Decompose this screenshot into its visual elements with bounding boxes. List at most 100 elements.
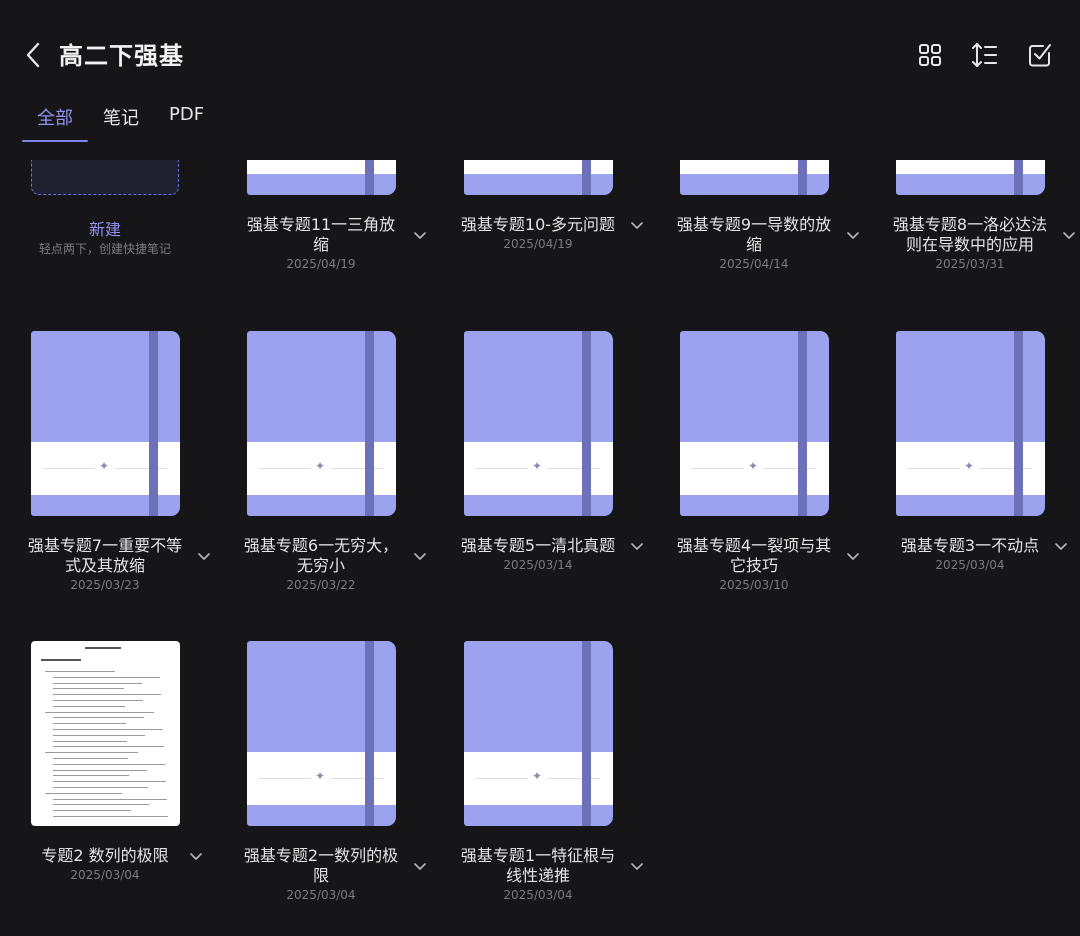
pdf-text-line bbox=[53, 775, 129, 777]
notebook-title-line: 线性递推 bbox=[505, 866, 570, 885]
notebook-title: 强基专题9一导数的放缩 bbox=[664, 215, 844, 255]
notebook-cover[interactable]: ✦ bbox=[247, 641, 396, 826]
chevron-down-icon[interactable] bbox=[1062, 231, 1076, 241]
pdf-text-line bbox=[53, 816, 168, 817]
chevron-down-icon[interactable] bbox=[197, 552, 211, 562]
notebook-title-line: 强基专题7一重要不等 bbox=[27, 536, 183, 555]
notebook-title: 强基专题6一无穷大， 无穷小 bbox=[231, 536, 411, 576]
cover-strap bbox=[798, 160, 807, 195]
notebook-cover[interactable]: ✦ bbox=[680, 160, 829, 195]
cover-band-line bbox=[331, 468, 383, 469]
chevron-down-icon[interactable] bbox=[846, 552, 860, 562]
tab-notes[interactable]: 笔记 bbox=[103, 104, 139, 130]
notebook-cover[interactable]: ✦ bbox=[464, 160, 613, 195]
notebook-date: 2025/04/19 bbox=[286, 257, 356, 271]
chevron-down-icon[interactable] bbox=[630, 221, 644, 231]
pdf-text-line bbox=[53, 810, 131, 812]
notebook-date: 2025/03/04 bbox=[935, 558, 1005, 572]
active-tab-indicator bbox=[22, 140, 88, 142]
grid-view-icon[interactable] bbox=[915, 40, 945, 70]
notebook-title-line: 式及其放缩 bbox=[64, 556, 145, 575]
notebook-title-line: 缩 bbox=[312, 235, 329, 254]
notebook-title-line: 强基专题2一数列的极 bbox=[243, 846, 399, 865]
notebook-date: 2025/03/31 bbox=[935, 257, 1005, 271]
cover-strap bbox=[582, 331, 591, 516]
notebook-title-line: 专题2 数列的极限 bbox=[41, 846, 169, 865]
cover-band-line bbox=[548, 468, 600, 469]
tab-pdf[interactable]: PDF bbox=[169, 104, 204, 125]
cover-band-line bbox=[980, 468, 1032, 469]
pdf-text-line bbox=[53, 705, 125, 707]
chevron-down-icon[interactable] bbox=[189, 852, 203, 862]
notebook-cover[interactable]: ✦ bbox=[896, 160, 1045, 195]
cover-strap bbox=[365, 160, 374, 195]
chevron-down-icon[interactable] bbox=[1054, 542, 1068, 552]
cover-strap bbox=[582, 641, 591, 826]
notebook-cover[interactable]: ✦ bbox=[464, 331, 613, 516]
notebook-date: 2025/03/04 bbox=[503, 888, 573, 902]
cover-strap bbox=[582, 160, 591, 195]
notebook-date: 2025/03/10 bbox=[719, 578, 789, 592]
chevron-down-icon[interactable] bbox=[413, 552, 427, 562]
new-note-button[interactable] bbox=[31, 160, 179, 195]
cover-band-line bbox=[476, 468, 528, 469]
sparkle-icon: ✦ bbox=[315, 459, 326, 473]
notebook-title: 强基专题4一裂项与其 它技巧 bbox=[664, 536, 844, 576]
cover-band-line bbox=[764, 468, 816, 469]
cover-strap bbox=[149, 331, 158, 516]
notebook-date: 2025/03/04 bbox=[70, 868, 140, 882]
sort-icon[interactable] bbox=[970, 40, 1000, 70]
pdf-text-line bbox=[53, 717, 144, 719]
notebook-title-line: 强基专题6一无穷大， bbox=[243, 536, 399, 555]
cover-strap bbox=[798, 331, 807, 516]
notebook-cover[interactable]: ✦ bbox=[464, 641, 613, 826]
notebook-cover[interactable]: ✦ bbox=[680, 331, 829, 516]
notebook-title: 强基专题8一洛必达法 则在导数中的应用 bbox=[880, 215, 1060, 255]
select-check-icon[interactable] bbox=[1025, 40, 1055, 70]
notebook-date: 2025/03/04 bbox=[286, 888, 356, 902]
pdf-text-line bbox=[53, 763, 165, 765]
notebook-title-line: 强基专题10-多元问题 bbox=[460, 215, 616, 234]
chevron-down-icon[interactable] bbox=[630, 542, 644, 552]
tab-all[interactable]: 全部 bbox=[37, 104, 73, 130]
chevron-down-icon[interactable] bbox=[413, 231, 427, 241]
notebook-date: 2025/04/19 bbox=[503, 237, 573, 251]
notebook-title-line: 强基专题11一三角放 bbox=[246, 215, 396, 234]
pdf-text-line bbox=[53, 746, 164, 748]
notebook-cover[interactable]: ✦ bbox=[896, 331, 1045, 516]
new-note-hint: 轻点两下，创建快捷笔记 bbox=[38, 242, 171, 256]
notebook-cover[interactable]: ✦ bbox=[247, 160, 396, 195]
pdf-text-line bbox=[53, 676, 160, 678]
top-bar: 高二下强基 bbox=[0, 0, 1080, 110]
notebook-title-line: 强基专题4一裂项与其 bbox=[676, 536, 832, 555]
cover-strap bbox=[1014, 160, 1023, 195]
pdf-text-line bbox=[53, 781, 166, 783]
notebook-title-line: 强基专题9一导数的放 bbox=[676, 215, 832, 234]
notebook-title-line: 限 bbox=[312, 866, 329, 885]
chevron-down-icon[interactable] bbox=[413, 862, 427, 872]
cover-strap bbox=[365, 331, 374, 516]
pdf-text-line bbox=[53, 798, 167, 800]
notebook-grid: 新建 轻点两下，创建快捷笔记 ✦ 强基专题11一三角放缩 2025/04/19 ✦ 强基… bbox=[0, 160, 1080, 936]
pdf-text-line bbox=[53, 804, 149, 806]
back-arrow-icon[interactable] bbox=[20, 38, 48, 72]
pdf-text-line bbox=[53, 758, 128, 759]
chevron-down-icon[interactable] bbox=[630, 862, 644, 872]
pdf-text-line bbox=[45, 792, 122, 794]
pdf-thumbnail[interactable] bbox=[31, 641, 180, 826]
cover-band-line bbox=[476, 778, 528, 779]
notebook-title-line: 强基专题5一清北真题 bbox=[460, 536, 616, 555]
notebook-cover[interactable]: ✦ bbox=[247, 331, 396, 516]
cover-band-line bbox=[43, 468, 95, 469]
cover-band-line bbox=[259, 468, 311, 469]
notebook-cover[interactable]: ✦ bbox=[31, 331, 180, 516]
pdf-text-line bbox=[45, 752, 138, 754]
chevron-down-icon[interactable] bbox=[846, 231, 860, 241]
notebook-title-line: 它技巧 bbox=[729, 556, 778, 575]
page-title: 高二下强基 bbox=[59, 42, 184, 70]
notebook-title: 专题2 数列的极限 bbox=[15, 846, 195, 866]
notebook-title-line: 无穷小 bbox=[296, 556, 345, 575]
new-note-label: 新建 bbox=[88, 220, 121, 239]
notebook-title: 强基专题7一重要不等 式及其放缩 bbox=[15, 536, 195, 576]
cover-band-line bbox=[548, 778, 600, 779]
